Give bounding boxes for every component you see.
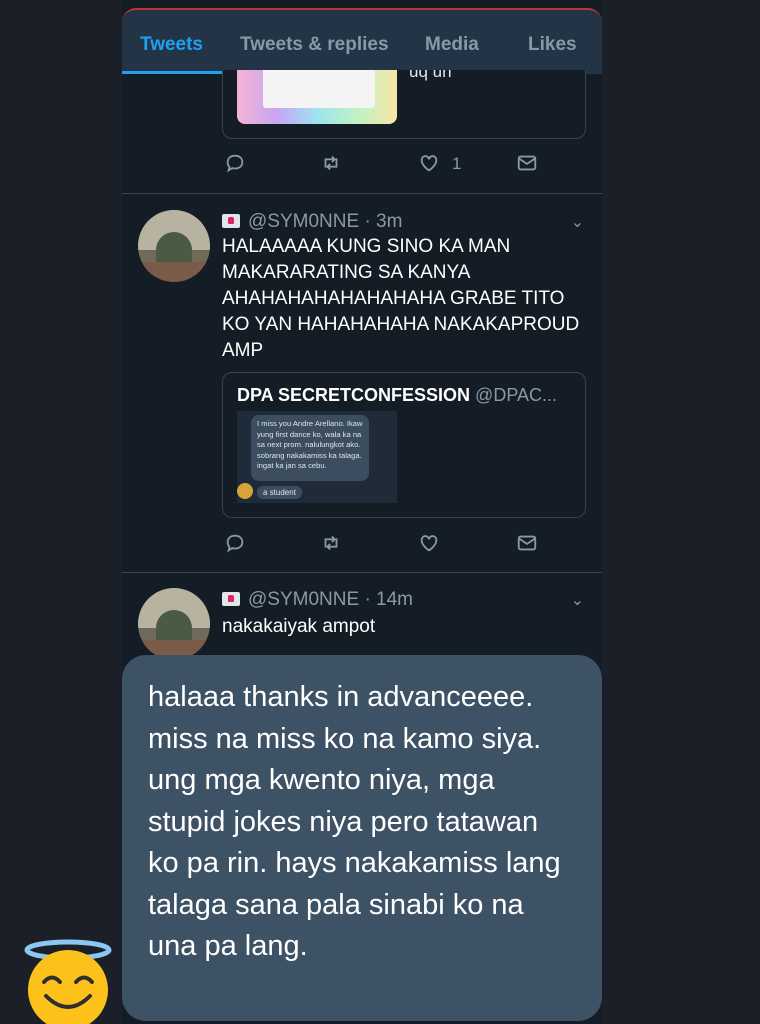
quoted-message-bubble: I miss you Andre Arellano. Ikaw yung fir… <box>251 415 369 481</box>
chevron-down-icon[interactable]: ⌄ <box>571 212 584 232</box>
envelope-heart-icon <box>222 214 240 228</box>
tab-likes[interactable]: Likes <box>528 34 577 56</box>
smiling-face-with-halo-icon <box>24 939 112 1024</box>
tweet-handle[interactable]: @SYM0NNE <box>248 589 359 610</box>
tab-tweets[interactable]: Tweets <box>140 34 203 56</box>
tweet-header: @SYM0NNE · 14m <box>222 589 413 611</box>
chevron-down-icon[interactable]: ⌄ <box>571 590 584 610</box>
tweet-2-actions <box>220 532 550 562</box>
like-icon[interactable] <box>418 532 440 559</box>
envelope-heart-icon <box>222 592 240 606</box>
active-tab-indicator <box>122 71 222 74</box>
tab-tweets-and-replies[interactable]: Tweets & replies <box>240 34 389 56</box>
quoted-author: DPA SECRETCONFESSION <box>237 385 471 405</box>
retweet-icon[interactable] <box>320 152 342 179</box>
direct-message-icon[interactable] <box>516 152 538 179</box>
quoted-handle: @DPAC... <box>475 385 557 405</box>
reply-icon[interactable] <box>224 152 246 179</box>
image-text-box <box>263 70 375 108</box>
reply-icon[interactable] <box>224 532 246 559</box>
retweet-icon[interactable] <box>320 532 342 559</box>
student-avatar-icon <box>237 483 253 499</box>
tweet-time: · 3m <box>364 211 403 232</box>
tweet-image <box>237 70 397 124</box>
quoted-image: I miss you Andre Arellano. Ikaw yung fir… <box>237 411 397 503</box>
profile-tabs: Tweets Tweets & replies Media Likes <box>122 8 602 74</box>
tweet-text: HALAAAAA KUNG SINO KA MAN MAKARARATING S… <box>222 236 580 361</box>
like-icon[interactable] <box>418 152 440 179</box>
tweet-media-card[interactable]: uq un <box>222 70 586 139</box>
message-text: halaaa thanks in advanceeee. miss na mis… <box>148 681 561 962</box>
tweet-divider <box>122 193 602 194</box>
tweet-text: nakakaiyak ampot <box>222 616 376 637</box>
quoted-sender: a student <box>257 486 302 499</box>
quoted-tweet-card[interactable]: DPA SECRETCONFESSION @DPAC... I miss you… <box>222 372 586 518</box>
avatar[interactable] <box>138 588 210 660</box>
message-bubble: halaaa thanks in advanceeee. miss na mis… <box>122 655 602 1021</box>
like-count: 1 <box>452 154 462 173</box>
quoted-tweet-header: DPA SECRETCONFESSION @DPAC... <box>237 385 577 406</box>
tab-media[interactable]: Media <box>425 34 479 56</box>
tweet-time: · 14m <box>364 589 414 610</box>
avatar[interactable] <box>138 210 210 282</box>
tweet-divider <box>122 572 602 573</box>
tweet-handle[interactable]: @SYM0NNE <box>248 211 359 232</box>
tweet-1-actions: 1 <box>220 152 550 182</box>
direct-message-icon[interactable] <box>516 532 538 559</box>
card-partial-text: uq un <box>409 70 452 81</box>
tweet-header: @SYM0NNE · 3m <box>222 211 402 233</box>
